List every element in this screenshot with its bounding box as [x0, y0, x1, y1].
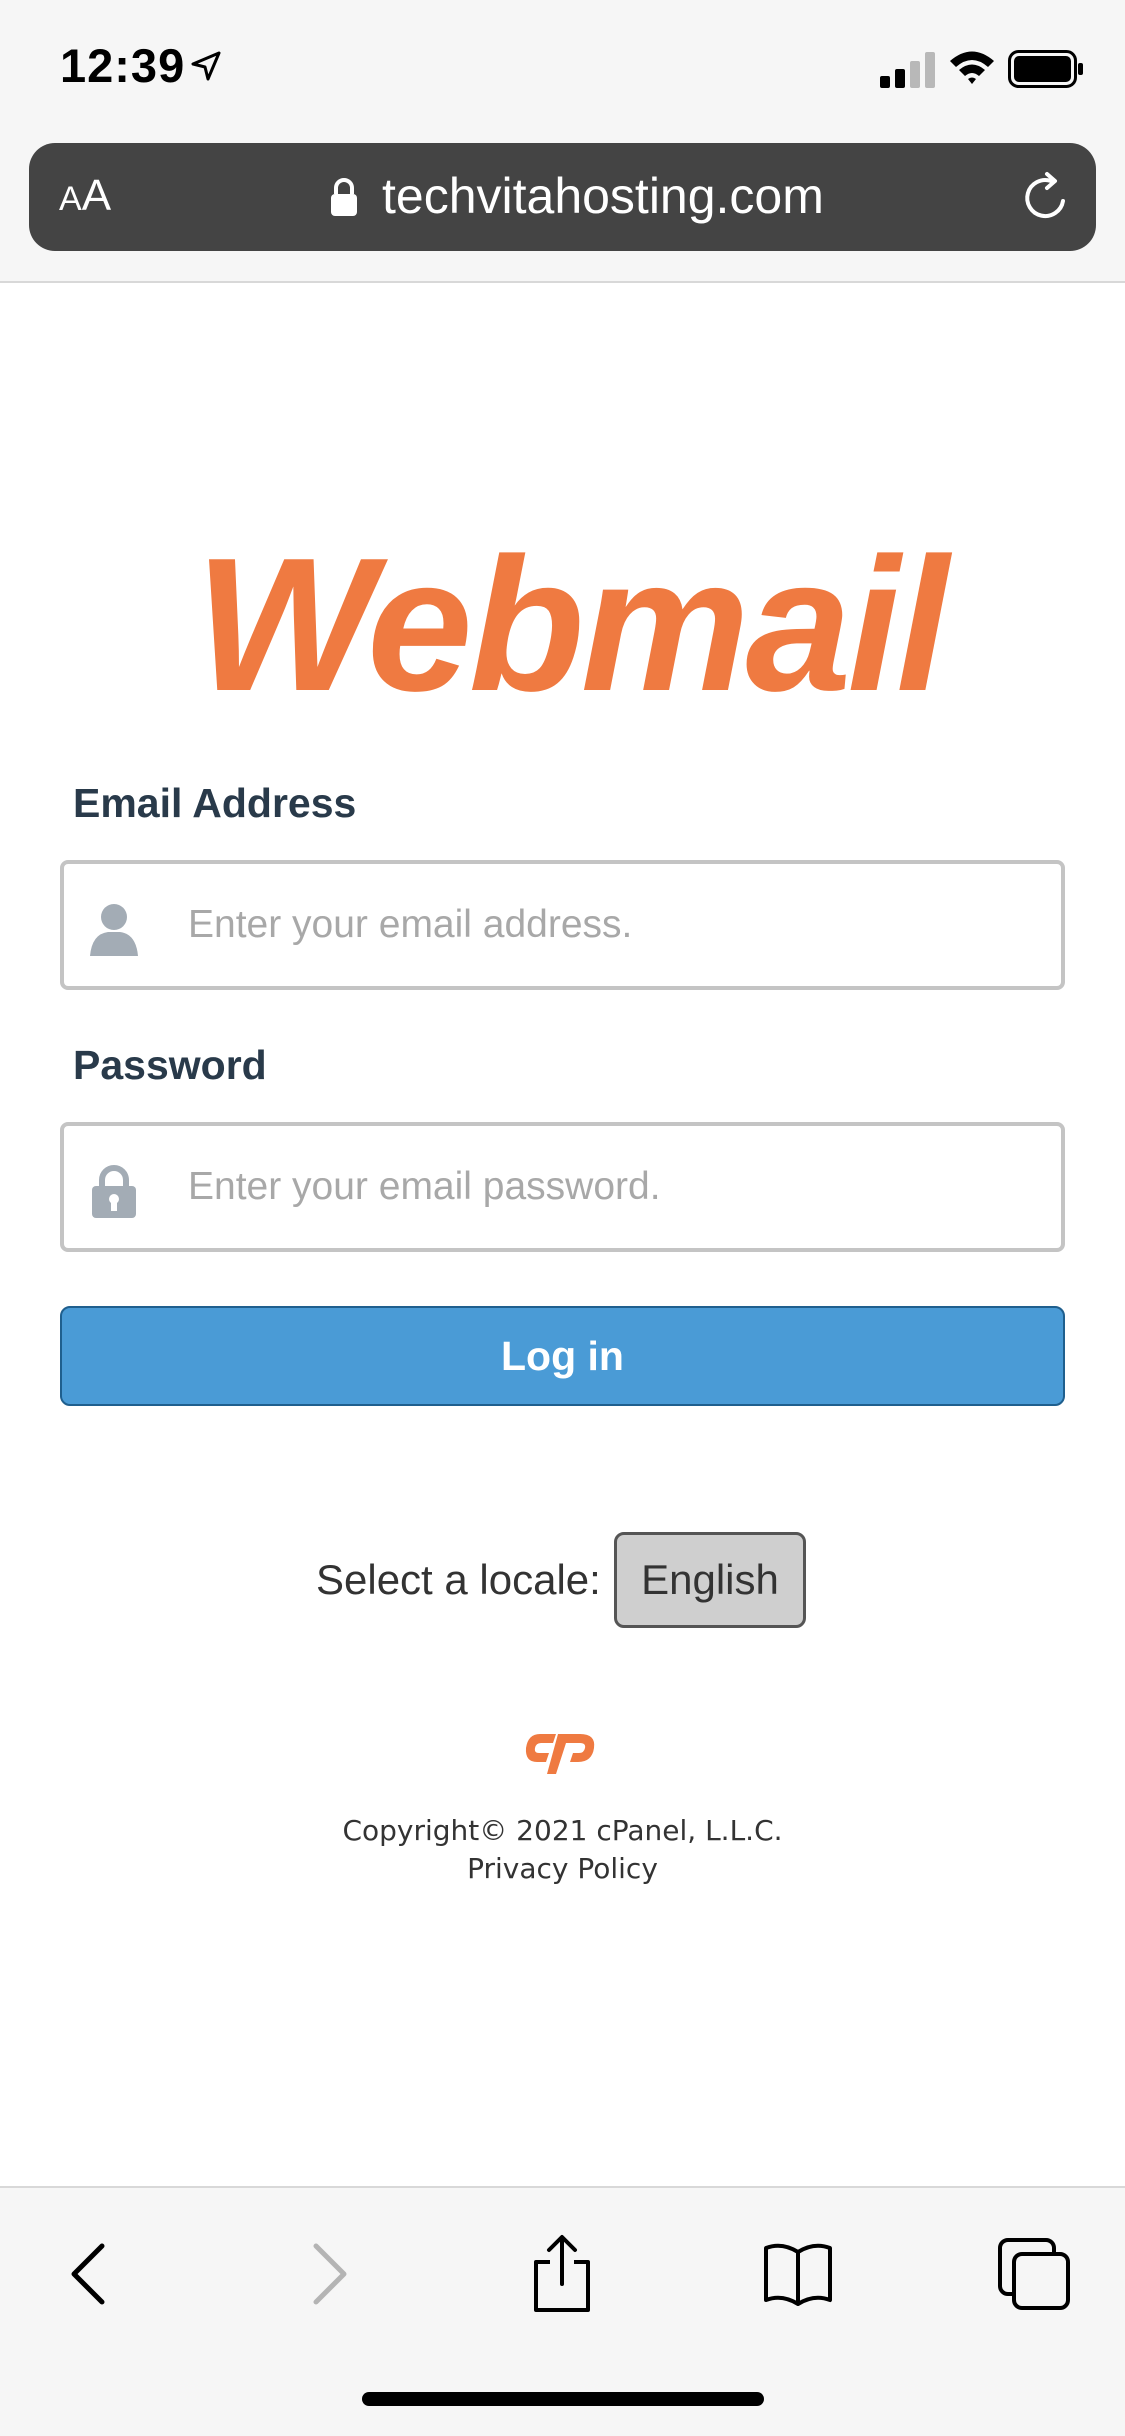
screen: 12:39 AA techvitahosting.com Webmail Ema… [0, 0, 1125, 2436]
cpanel-logo-icon [525, 1734, 595, 1774]
tabs-icon[interactable] [994, 2234, 1074, 2314]
password-input[interactable] [188, 1146, 1048, 1228]
bookmarks-icon[interactable] [758, 2234, 838, 2314]
email-label: Email Address [73, 780, 357, 826]
back-icon[interactable] [52, 2234, 132, 2314]
webmail-logo-text: Webmail [195, 540, 953, 710]
email-field[interactable] [60, 860, 1065, 990]
webmail-logo: Webmail [195, 540, 957, 710]
forward-icon[interactable] [286, 2234, 366, 2314]
reload-icon[interactable] [1019, 171, 1073, 225]
cellular-signal-icon [880, 52, 935, 88]
browser-address-area: AA techvitahosting.com [0, 140, 1125, 283]
locale-label: Select a locale: [316, 1556, 601, 1603]
address-bar[interactable]: AA techvitahosting.com [29, 143, 1096, 251]
login-button[interactable]: Log in [60, 1306, 1065, 1406]
email-input[interactable] [188, 884, 1048, 966]
password-label: Password [73, 1042, 267, 1088]
wifi-icon [950, 51, 994, 84]
battery-icon [1008, 50, 1083, 88]
share-icon[interactable] [522, 2234, 602, 2314]
locale-english-button[interactable]: English [614, 1532, 806, 1628]
status-time: 12:39 [60, 39, 186, 92]
text-size-button[interactable]: AA [59, 171, 111, 221]
status-bar: 12:39 [0, 0, 1125, 140]
url-text[interactable]: techvitahosting.com [382, 167, 824, 225]
locale-selector: Select a locale: English [0, 1532, 1125, 1632]
user-icon [90, 904, 138, 956]
location-arrow-icon [191, 51, 221, 81]
password-field[interactable] [60, 1122, 1065, 1252]
copyright-text: Copyright© 2021 cPanel, L.L.C. [342, 1814, 783, 1847]
lock-icon [92, 1165, 136, 1218]
home-indicator[interactable] [362, 2392, 764, 2406]
lock-icon [331, 178, 357, 216]
privacy-policy-link[interactable]: Privacy Policy [0, 1852, 1125, 1885]
